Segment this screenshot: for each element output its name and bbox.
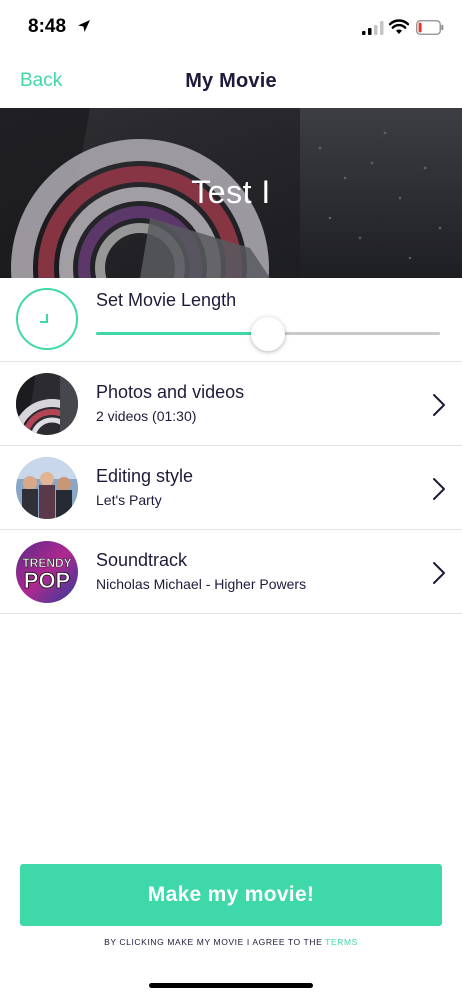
chevron-right-icon	[433, 562, 445, 584]
slider-thumb[interactable]	[251, 317, 285, 351]
chevron-right-icon	[433, 478, 445, 500]
location-arrow-icon	[78, 20, 90, 32]
page-title: My Movie	[185, 70, 277, 92]
cellular-signal-icon	[362, 21, 384, 35]
nav-bar: Back My Movie	[0, 56, 462, 108]
soundtrack-subtitle: Nicholas Michael - Higher Powers	[96, 576, 307, 592]
status-time: 8:48	[28, 16, 67, 37]
soundtrack-artwork: TRENDY POP	[16, 541, 78, 603]
photos-subtitle: 2 videos (01:30)	[96, 408, 197, 424]
photos-and-videos-row[interactable]: Photos and videos 2 videos (01:30)	[0, 362, 462, 446]
terms-text: BY CLICKING MAKE MY MOVIE I AGREE TO THE	[104, 937, 323, 947]
artwork-line2: POP	[24, 568, 70, 593]
movie-title: Test I	[191, 174, 271, 210]
make-movie-button[interactable]: Make my movie!	[20, 864, 442, 926]
editing-style-subtitle: Let's Party	[96, 492, 162, 508]
editing-style-thumbnail	[16, 457, 78, 519]
battery-icon	[416, 20, 444, 35]
movie-cover-banner[interactable]: Test I	[0, 108, 462, 278]
terms-link[interactable]: TERMS	[325, 937, 358, 947]
movie-length-row: Set Movie Length	[0, 278, 462, 362]
photos-thumbnail	[16, 373, 78, 435]
editing-style-row[interactable]: Editing style Let's Party	[0, 446, 462, 530]
soundtrack-title: Soundtrack	[96, 550, 188, 570]
movie-length-slider[interactable]	[96, 317, 440, 351]
slider-fill	[96, 332, 268, 335]
clock-icon	[16, 288, 78, 350]
photos-title: Photos and videos	[96, 382, 245, 402]
chevron-right-icon	[433, 394, 445, 416]
terms-notice: BY CLICKING MAKE MY MOVIE I AGREE TO THE…	[0, 937, 462, 947]
movie-length-label: Set Movie Length	[96, 290, 237, 310]
home-indicator	[149, 983, 313, 988]
wifi-icon	[389, 19, 409, 34]
status-bar: 8:48	[0, 0, 462, 56]
soundtrack-row[interactable]: TRENDY POP Soundtrack Nicholas Michael -…	[0, 530, 462, 614]
editing-style-title: Editing style	[96, 466, 194, 486]
